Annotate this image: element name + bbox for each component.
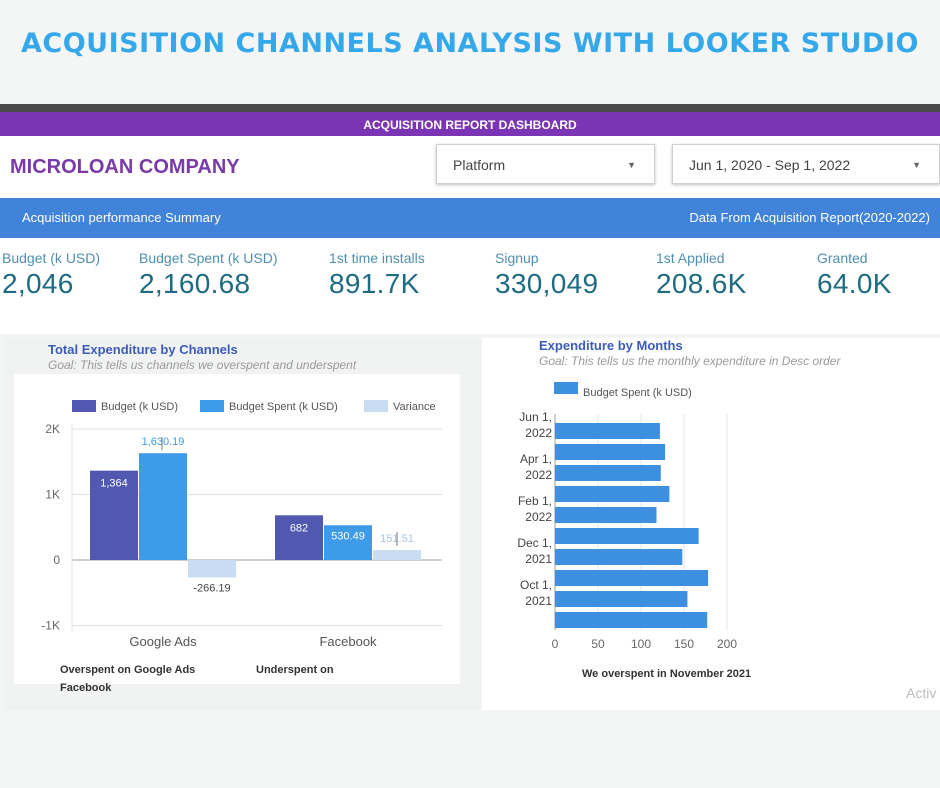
page-banner-title: ACQUISITION CHANNELS ANALYSIS WITH LOOKE… (21, 28, 919, 59)
months-chart-title: Expenditure by Months (539, 338, 683, 353)
bar (555, 486, 670, 502)
y-tick-label: 2022 (525, 468, 552, 482)
channels-chart-subtitle: Goal: This tells us channels we overspen… (48, 358, 357, 372)
kpi-granted: Granted 64.0K (817, 250, 892, 300)
channels-note-facebook: Facebook (60, 682, 112, 694)
y-tick-label: 0 (53, 553, 60, 567)
platform-select-value: Platform (453, 157, 506, 173)
channels-note-overspent: Overspent on Google Ads (60, 664, 196, 676)
kpi-value: 2,160.68 (139, 268, 251, 299)
legend-swatch (364, 400, 388, 412)
y-tick-label: 2022 (525, 510, 552, 524)
bar (555, 591, 688, 607)
legend-swatch (200, 400, 224, 412)
summary-source: Data From Acquisition Report(2020-2022) (689, 210, 930, 225)
kpi-label: Granted (817, 250, 868, 266)
chevron-down-icon: ▼ (627, 160, 636, 170)
x-tick-label: 50 (591, 637, 605, 651)
y-tick-label: Feb 1, (518, 494, 552, 508)
bar (555, 612, 708, 628)
summary-title: Acquisition performance Summary (22, 210, 221, 225)
bar (555, 507, 657, 523)
bar (555, 444, 666, 460)
y-tick-label: Jun 1, (519, 410, 552, 424)
kpi-value: 891.7K (329, 268, 420, 299)
channels-bar-chart: Budget (k USD) Budget Spent (k USD) Varian… (41, 400, 442, 649)
kpi-budget: Budget (k USD) 2,046 (2, 250, 100, 300)
channels-note-underspent: Underspent on (256, 664, 334, 676)
kpi-label: Budget Spent (k USD) (139, 250, 278, 266)
x-tick-label: 100 (631, 637, 651, 651)
kpi-value: 64.0K (817, 268, 892, 299)
date-range-value: Jun 1, 2020 - Sep 1, 2022 (689, 157, 851, 173)
x-tick-label: Google Ads (129, 634, 197, 649)
platform-select[interactable]: Platform ▼ (436, 144, 655, 184)
bar-label: 530.49 (331, 530, 365, 542)
months-bar-chart: Budget Spent (k USD) 0 50 100 150 200 Jun 1, 20… (517, 382, 737, 651)
bar (188, 560, 236, 578)
summary-bar: Acquisition performance Summary Data Fro… (0, 198, 940, 238)
months-chart-subtitle: Goal: This tells us the monthly expendit… (539, 354, 841, 368)
kpi-value: 2,046 (2, 268, 74, 299)
bar (373, 550, 421, 560)
bar (555, 570, 709, 586)
y-tick-label: Apr 1, (520, 452, 552, 466)
activation-watermark: Activ (906, 685, 937, 701)
company-name: MICROLOAN COMPANY (10, 156, 240, 178)
x-tick-label: Facebook (319, 634, 377, 649)
months-panel: Expenditure by Months Goal: This tells u… (482, 338, 940, 710)
x-tick-label: 200 (717, 637, 737, 651)
bar-label: 1,364 (100, 478, 128, 490)
bar (555, 423, 660, 439)
bar (555, 528, 699, 544)
bar (555, 549, 683, 565)
x-tick-label: 0 (552, 637, 559, 651)
dashboard-screenshot: ACQUISITION REPORT DASHBOARD MICROLOAN C… (0, 104, 940, 710)
kpi-value: 330,049 (495, 268, 599, 299)
bar-label: 1,630.19 (142, 436, 185, 448)
bar (139, 453, 187, 560)
legend-swatch (554, 382, 578, 394)
x-tick-label: 150 (674, 637, 694, 651)
window-top-strip (0, 104, 940, 112)
date-range-select[interactable]: Jun 1, 2020 - Sep 1, 2022 ▼ (672, 144, 940, 184)
kpi-applied: 1st Applied 208.6K (656, 250, 747, 300)
y-tick-label: Dec 1, (517, 536, 552, 550)
y-tick-label: 1K (45, 488, 60, 502)
legend-label: Budget Spent (k USD) (583, 387, 692, 399)
bar-label: 682 (290, 522, 308, 534)
channels-chart-card: Budget (k USD) Budget Spent (k USD) Varian… (14, 374, 460, 684)
kpi-value: 208.6K (656, 268, 747, 299)
kpi-label: Budget (k USD) (2, 250, 101, 266)
months-note: We overspent in November 2021 (582, 668, 752, 680)
kpi-label: 1st time installs (329, 250, 425, 266)
kpi-installs: 1st time installs 891.7K (329, 250, 425, 300)
bar-label: -266.19 (193, 582, 230, 594)
channels-chart-title: Total Expenditure by Channels (48, 342, 238, 357)
y-tick-label: 2022 (525, 426, 552, 440)
chevron-down-icon: ▼ (912, 160, 921, 170)
bar (555, 465, 661, 481)
kpi-budget-spent: Budget Spent (k USD) 2,160.68 (139, 250, 278, 300)
kpi-label: Signup (495, 250, 539, 266)
y-tick-label: -1K (41, 619, 60, 633)
dashboard-header: ACQUISITION REPORT DASHBOARD (0, 112, 940, 136)
legend-label: Budget Spent (k USD) (229, 401, 338, 413)
kpi-label: 1st Applied (656, 250, 725, 266)
legend-label: Budget (k USD) (101, 401, 178, 413)
y-tick-label: Oct 1, (520, 578, 552, 592)
legend-label: Variance (393, 401, 436, 413)
y-tick-label: 2K (45, 422, 60, 436)
y-tick-label: 2021 (525, 552, 552, 566)
channels-panel: Total Expenditure by Channels Goal: This… (6, 338, 480, 710)
kpi-signup: Signup 330,049 (495, 250, 598, 300)
y-tick-label: 2021 (525, 594, 552, 608)
legend-swatch (72, 400, 96, 412)
